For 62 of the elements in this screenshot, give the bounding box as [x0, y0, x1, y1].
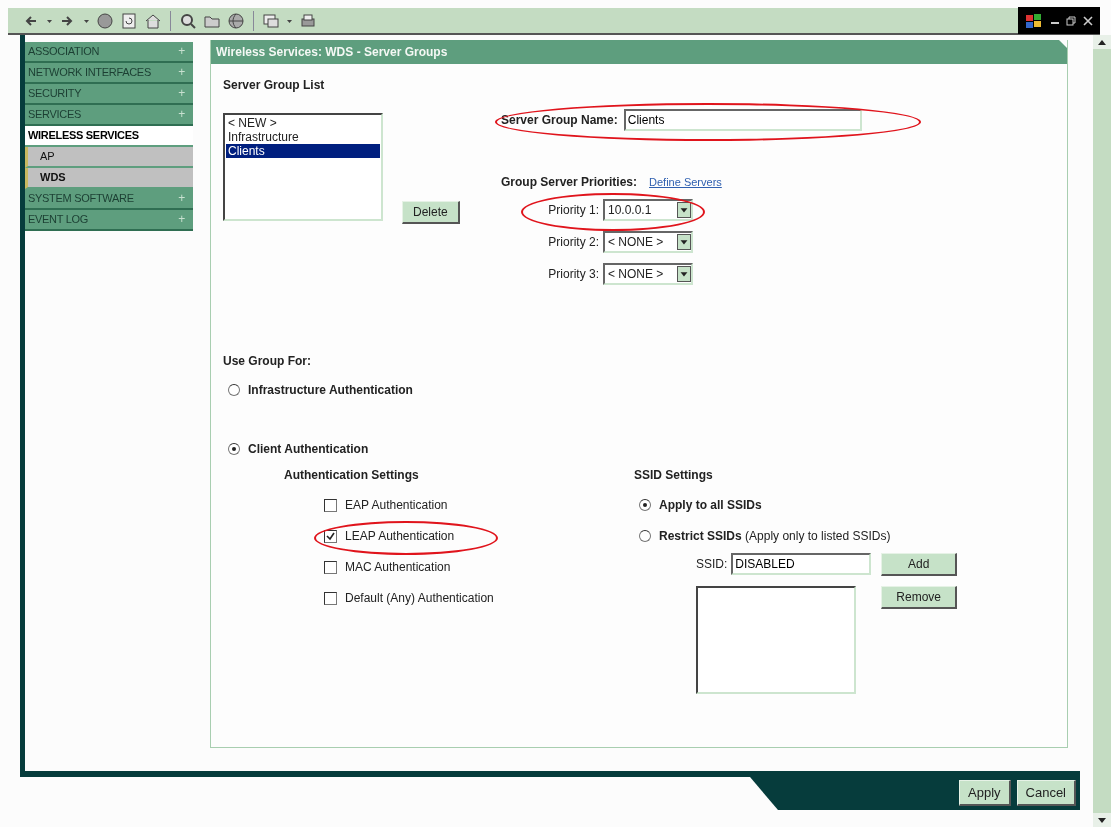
add-button[interactable]: Add — [881, 553, 958, 576]
nav-item[interactable]: SECURITY + — [25, 84, 193, 105]
field-label: Server Group Name: — [501, 113, 618, 127]
scroll-down-icon[interactable] — [1093, 813, 1111, 827]
list-item[interactable]: < NEW > — [226, 116, 380, 130]
panel-title: Wireless Services: WDS - Server Groups — [211, 40, 1067, 64]
option-label: Apply to all SSIDs — [659, 498, 762, 512]
globe-icon[interactable] — [227, 11, 245, 30]
option-label: EAP Authentication — [345, 498, 448, 512]
priority-label: Priority 3: — [547, 267, 599, 281]
option-label: Client Authentication — [248, 442, 369, 456]
list-item[interactable]: Infrastructure — [226, 130, 380, 144]
restore-icon[interactable] — [1066, 15, 1077, 26]
ssid-list[interactable] — [696, 586, 856, 694]
option-label: Infrastructure Authentication — [248, 383, 413, 397]
section-heading: Group Server Priorities: — [501, 175, 638, 189]
refresh-icon[interactable] — [120, 11, 138, 30]
priority-select[interactable]: 10.0.0.1 — [603, 199, 693, 221]
ssid-field[interactable]: DISABLED — [731, 553, 872, 575]
footer-button[interactable]: Apply — [959, 780, 1011, 806]
option-label: LEAP Authentication — [345, 529, 455, 543]
delete-button[interactable]: Delete — [402, 201, 460, 224]
nav-item[interactable]: SERVICES + — [25, 105, 193, 126]
checkbox[interactable] — [324, 529, 337, 543]
radio-button[interactable] — [228, 443, 240, 455]
field-label: SSID: — [696, 557, 728, 571]
server-group-name-field[interactable]: Clients — [623, 109, 862, 131]
priority-select[interactable]: < NONE > — [603, 263, 693, 285]
radio-button[interactable] — [639, 530, 651, 542]
search-icon[interactable] — [179, 11, 197, 30]
close-icon[interactable] — [1082, 15, 1093, 26]
scrollbar[interactable] — [1093, 35, 1111, 827]
printer-icon[interactable] — [299, 11, 317, 30]
option-label: Restrict SSIDs (Apply only to listed SSIDs) — [659, 529, 891, 543]
list-item[interactable]: Clients — [226, 144, 380, 158]
priority-label: Priority 2: — [547, 235, 599, 249]
priority-label: Priority 1: — [547, 203, 599, 217]
priority-select[interactable]: < NONE > — [603, 231, 693, 253]
nav-item[interactable]: NETWORK INTERFACES + — [25, 63, 193, 84]
nav-item[interactable]: EVENT LOG + — [25, 210, 193, 231]
checkbox[interactable] — [324, 591, 337, 605]
option-label: Default (Any) Authentication — [345, 591, 494, 605]
section-heading: Server Group List — [223, 78, 326, 92]
footer-button[interactable]: Cancel — [1016, 780, 1076, 806]
nav-item[interactable]: ASSOCIATION + — [25, 42, 193, 63]
remove-button[interactable]: Remove — [881, 586, 958, 609]
checkbox[interactable] — [324, 498, 337, 512]
section-heading: SSID Settings — [634, 468, 714, 482]
server-group-list[interactable]: < NEW > Infrastructure Clients — [223, 113, 383, 221]
option-label: MAC Authentication — [345, 560, 451, 574]
windows-logo-icon — [1025, 12, 1044, 29]
nav-item[interactable]: SYSTEM SOFTWARE + — [25, 189, 193, 210]
checkmark-icon — [326, 531, 335, 541]
radio-button[interactable] — [228, 384, 240, 396]
nav-subitem[interactable]: WDS — [25, 168, 193, 189]
scroll-up-icon[interactable] — [1093, 35, 1111, 49]
nav-subitem[interactable]: AP — [25, 147, 193, 168]
section-heading: Use Group For: — [223, 354, 312, 368]
radio-button[interactable] — [639, 499, 651, 511]
section-heading: Authentication Settings — [284, 468, 420, 482]
checkbox[interactable] — [324, 560, 337, 574]
define-servers-link[interactable]: Define Servers — [649, 176, 722, 188]
